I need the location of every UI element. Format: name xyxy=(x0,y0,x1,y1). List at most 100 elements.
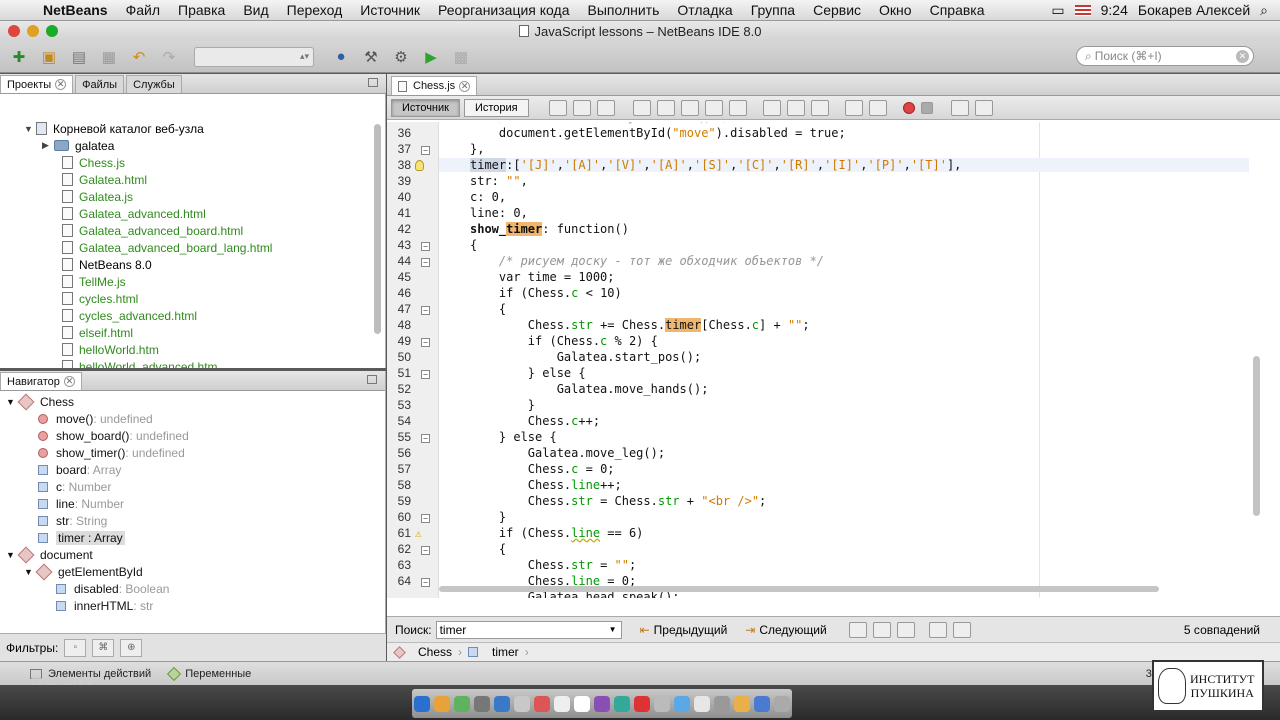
dock-app-icon[interactable] xyxy=(734,695,750,712)
dock-app-icon[interactable] xyxy=(634,695,650,712)
navigator-item[interactable]: board : Array xyxy=(24,461,121,478)
minimize-panel-icon[interactable] xyxy=(367,375,377,384)
save-all-icon[interactable]: ▦ xyxy=(98,46,120,68)
minimize-window-button[interactable] xyxy=(27,25,39,37)
close-window-button[interactable] xyxy=(8,25,20,37)
open-project-icon[interactable]: ▤ xyxy=(68,46,90,68)
fold-icon[interactable]: − xyxy=(421,146,430,155)
horizontal-scrollbar[interactable] xyxy=(439,586,1159,592)
tree-node-root[interactable]: ▼ Корневой каталог веб-узла xyxy=(24,120,204,137)
source-view-button[interactable]: Источник xyxy=(391,98,460,117)
warning-icon[interactable]: ⚠ xyxy=(415,527,422,540)
zoom-window-button[interactable] xyxy=(46,25,58,37)
menu-app[interactable]: NetBeans xyxy=(34,2,117,18)
forward-icon[interactable] xyxy=(596,99,615,116)
close-icon[interactable]: ✕ xyxy=(63,376,75,387)
tab-chess-js[interactable]: Chess.js ✕ xyxy=(391,76,478,95)
navigator-item[interactable]: ▼ getElementById xyxy=(24,563,143,580)
filter-static-icon[interactable]: ⌘ xyxy=(92,638,115,657)
file-item[interactable]: TellMe.js xyxy=(62,273,126,290)
new-project-icon[interactable]: ▣ xyxy=(38,46,60,68)
variables-icon[interactable] xyxy=(167,666,182,681)
dock-app-icon[interactable] xyxy=(714,695,730,712)
editor-vertical-scrollbar[interactable] xyxy=(1253,356,1260,516)
tab-navigator[interactable]: Навигатор ✕ xyxy=(0,372,82,390)
dock-app-icon[interactable] xyxy=(514,695,530,712)
menu-refactor[interactable]: Реорганизация кода xyxy=(429,2,578,18)
close-icon[interactable]: ✕ xyxy=(55,79,67,90)
lightbulb-icon[interactable] xyxy=(415,160,424,171)
menu-team[interactable]: Группа xyxy=(742,2,804,18)
close-icon[interactable]: ✕ xyxy=(459,80,471,92)
dock-app-icon[interactable] xyxy=(774,695,790,712)
file-item[interactable]: Galatea.html xyxy=(62,171,147,188)
navigator-item[interactable]: c : Number xyxy=(24,478,111,495)
fold-icon[interactable]: − xyxy=(421,258,430,267)
find-next-button[interactable]: ⇥ Следующий xyxy=(745,623,826,637)
find-selection-icon[interactable] xyxy=(632,99,651,116)
breadcrumb-chess[interactable]: Chess xyxy=(418,645,452,659)
dock-app-icon[interactable] xyxy=(474,695,490,712)
navigator-item[interactable]: show_board() : undefined xyxy=(24,427,189,444)
menu-edit[interactable]: Правка xyxy=(169,2,234,18)
shift-left-icon[interactable] xyxy=(844,99,863,116)
menu-debug[interactable]: Отладка xyxy=(668,2,741,18)
highlight-results-icon[interactable] xyxy=(928,621,947,638)
tab-services[interactable]: Службы xyxy=(126,75,182,93)
navigator-item[interactable]: timer : Array xyxy=(24,529,125,546)
navigator-item[interactable]: str : String xyxy=(24,512,107,529)
minimize-panel-icon[interactable] xyxy=(368,78,378,87)
breadcrumb-timer[interactable]: timer xyxy=(492,645,519,659)
file-item[interactable]: helloWorld.htm xyxy=(62,341,159,358)
expand-icon[interactable]: ▼ xyxy=(24,124,36,134)
undo-icon[interactable]: ↶ xyxy=(128,46,150,68)
fold-icon[interactable]: − xyxy=(421,546,430,555)
back-icon[interactable] xyxy=(572,99,591,116)
file-item[interactable]: NetBeans 8.0 xyxy=(62,256,152,273)
collapse-icon[interactable]: ▶ xyxy=(42,140,54,151)
file-item[interactable]: Galatea.js xyxy=(62,188,133,205)
tab-projects[interactable]: Проекты ✕ xyxy=(0,75,74,93)
navigator-item[interactable]: line : Number xyxy=(24,495,124,512)
find-previous-icon[interactable] xyxy=(656,99,675,116)
whole-words-icon[interactable] xyxy=(872,621,891,638)
navigator-item[interactable]: ▼ Chess xyxy=(6,393,74,410)
clear-search-icon[interactable]: ✕ xyxy=(1236,49,1249,63)
dock-app-icon[interactable] xyxy=(754,695,770,712)
file-item[interactable]: Galatea_advanced.html xyxy=(62,205,206,222)
tree-node-galatea[interactable]: ▶ galatea xyxy=(42,137,114,154)
navigator-item[interactable]: move() : undefined xyxy=(24,410,153,427)
file-item[interactable]: Chess.js xyxy=(62,154,125,171)
dock-app-icon[interactable] xyxy=(534,695,550,712)
menu-run[interactable]: Выполнить xyxy=(578,2,668,18)
incremental-search-icon[interactable] xyxy=(952,621,971,638)
navigator-item[interactable]: innerHTML : str xyxy=(42,597,153,614)
menu-source[interactable]: Источник xyxy=(351,2,429,18)
fold-icon[interactable]: − xyxy=(421,306,430,315)
match-case-icon[interactable] xyxy=(848,621,867,638)
dock-app-icon[interactable] xyxy=(654,695,670,712)
dock-app-icon[interactable] xyxy=(434,695,450,712)
dock-app-icon[interactable] xyxy=(674,695,690,712)
search-box[interactable]: ⌕ Поиск (⌘+I) ✕ xyxy=(1076,46,1254,66)
globe-icon[interactable]: ● xyxy=(330,46,352,68)
file-item[interactable]: Galatea_advanced_board_lang.html xyxy=(62,239,272,256)
clean-build-icon[interactable]: ⚙ xyxy=(390,46,412,68)
navigator-item[interactable]: disabled : Boolean xyxy=(42,580,169,597)
prev-bookmark-icon[interactable] xyxy=(762,99,781,116)
navigator-item[interactable]: ▼ document xyxy=(6,546,93,563)
flag-icon[interactable] xyxy=(1074,4,1091,16)
fold-icon[interactable]: − xyxy=(421,578,430,587)
filter-fields-icon[interactable]: ▫ xyxy=(64,638,87,657)
navigator-item[interactable]: show_timer() : undefined xyxy=(24,444,185,461)
new-file-icon[interactable]: ✚ xyxy=(8,46,30,68)
comment-icon[interactable] xyxy=(950,99,969,116)
file-item[interactable]: Galatea_advanced_board.html xyxy=(62,222,243,239)
find-next-icon[interactable] xyxy=(680,99,699,116)
dock-app-icon[interactable] xyxy=(554,695,570,712)
filter-nonpublic-icon[interactable]: ⊕ xyxy=(120,638,143,657)
code-area[interactable]: 36 37 − 38 39 40 41 42 43 − 44 − 45 46 47 − 48 49 − 50 51 − 52… xyxy=(387,122,1280,598)
menu-help[interactable]: Справка xyxy=(921,2,994,18)
toggle-highlight-icon[interactable] xyxy=(704,99,723,116)
fold-icon[interactable]: − xyxy=(421,338,430,347)
